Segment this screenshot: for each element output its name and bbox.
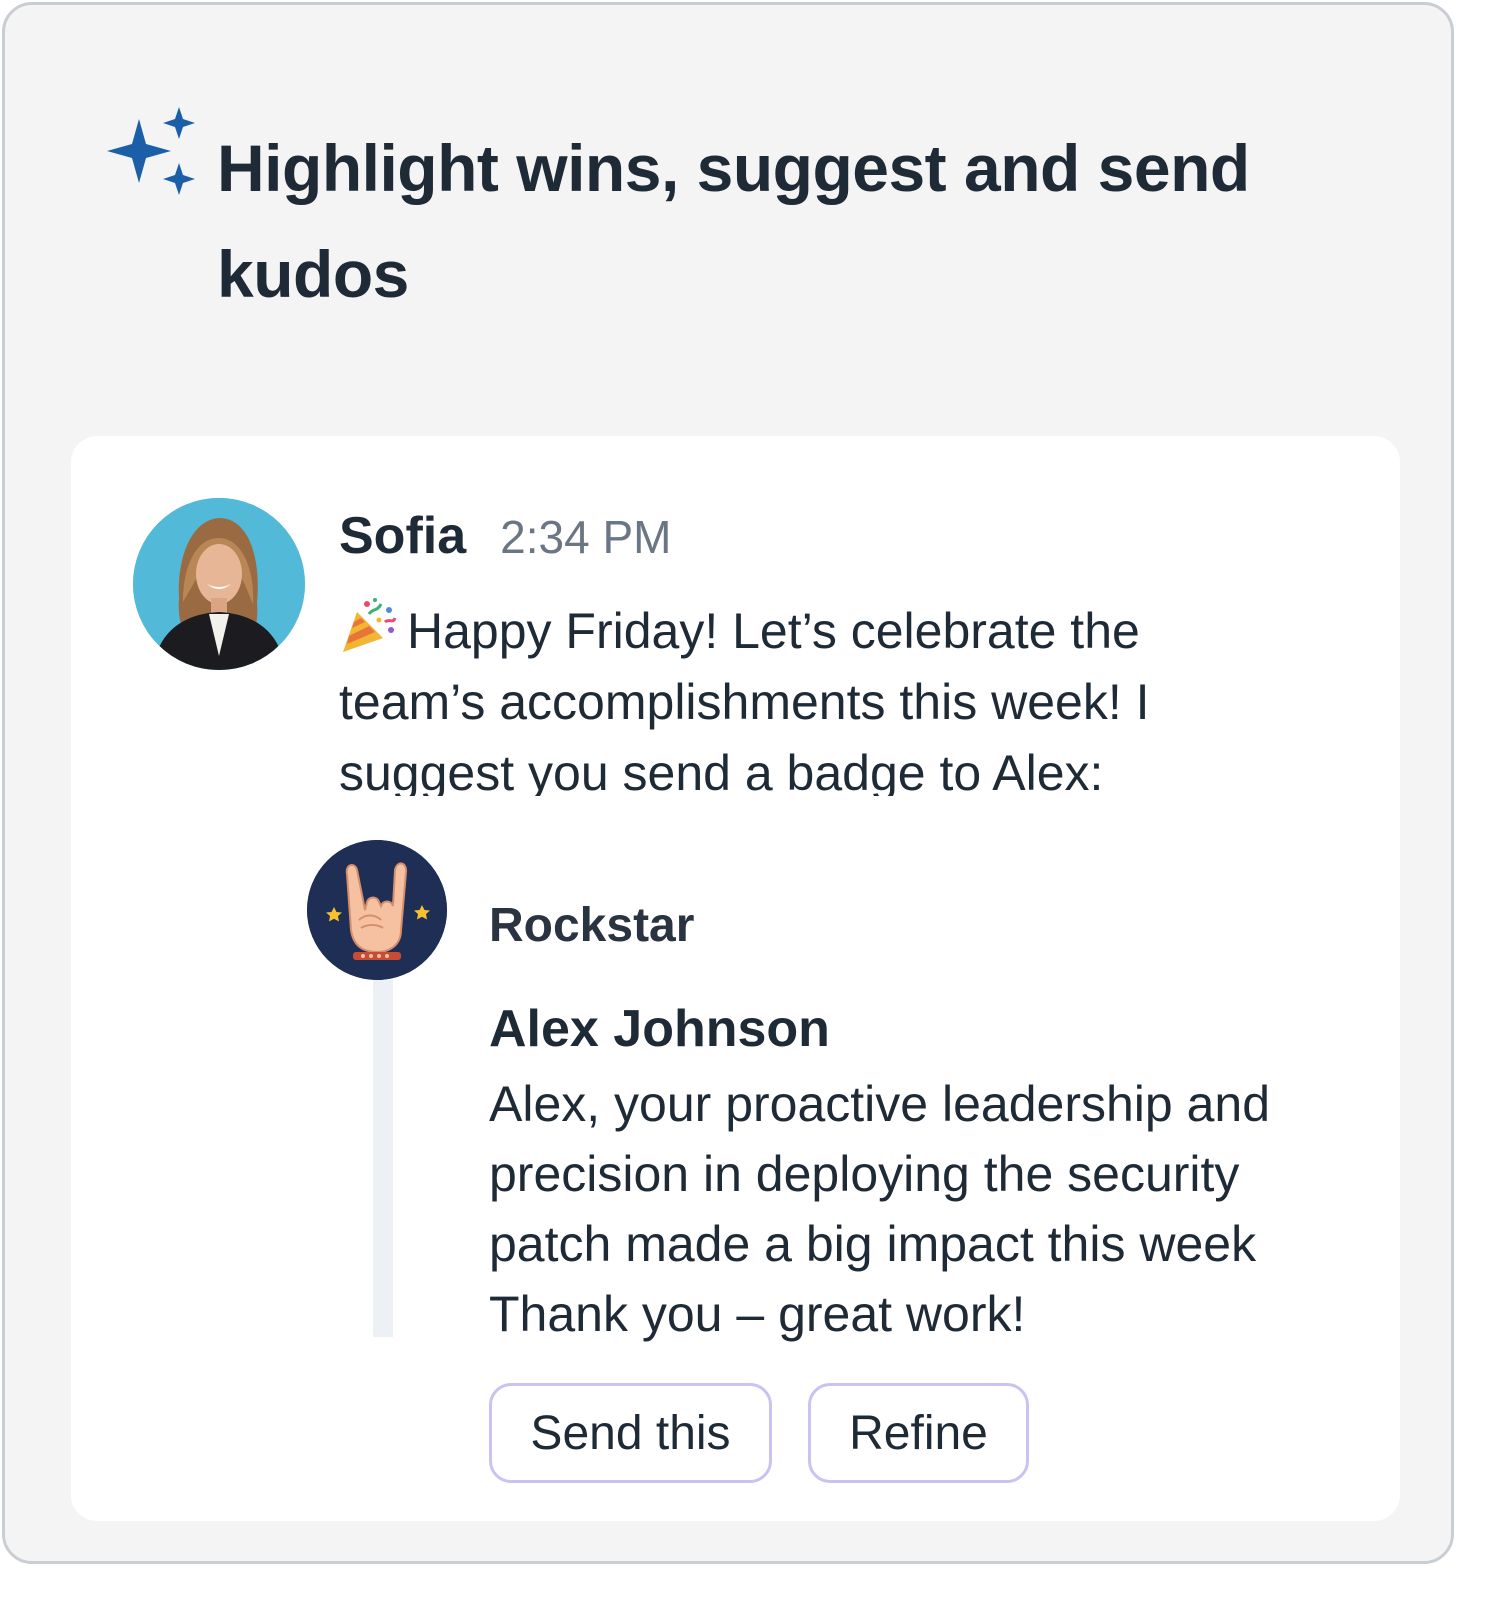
rock-hand-icon xyxy=(307,840,447,980)
message-card: Sofia 2:34 PM Happy Friday! Let’s celebr… xyxy=(71,436,1400,1521)
badge-name: Rockstar xyxy=(489,899,695,952)
avatar[interactable] xyxy=(133,498,305,670)
message-body-text: Happy Friday! Let’s celebrate the team’s… xyxy=(339,603,1150,796)
party-popper-icon xyxy=(343,598,397,652)
sparkle-icon xyxy=(107,107,195,195)
message-header: Sofia 2:34 PM xyxy=(339,506,671,576)
avatar-portrait xyxy=(133,498,305,670)
feature-panel: Highlight wins, suggest and send kudos S… xyxy=(2,2,1454,1564)
refine-button[interactable]: Refine xyxy=(808,1383,1029,1483)
badge-recipient[interactable]: Alex Johnson xyxy=(489,999,830,1059)
sender-name[interactable]: Sofia xyxy=(339,506,466,566)
kudos-message: Alex, your proactive leadership and prec… xyxy=(489,1076,1271,1342)
thread-divider xyxy=(373,980,393,1337)
page-title: Highlight wins, suggest and send kudos xyxy=(217,131,1250,311)
message-text: Happy Friday! Let’s celebrate the team’s… xyxy=(339,596,1259,796)
send-this-button[interactable]: Send this xyxy=(489,1383,772,1483)
message-timestamp: 2:34 PM xyxy=(500,511,672,563)
